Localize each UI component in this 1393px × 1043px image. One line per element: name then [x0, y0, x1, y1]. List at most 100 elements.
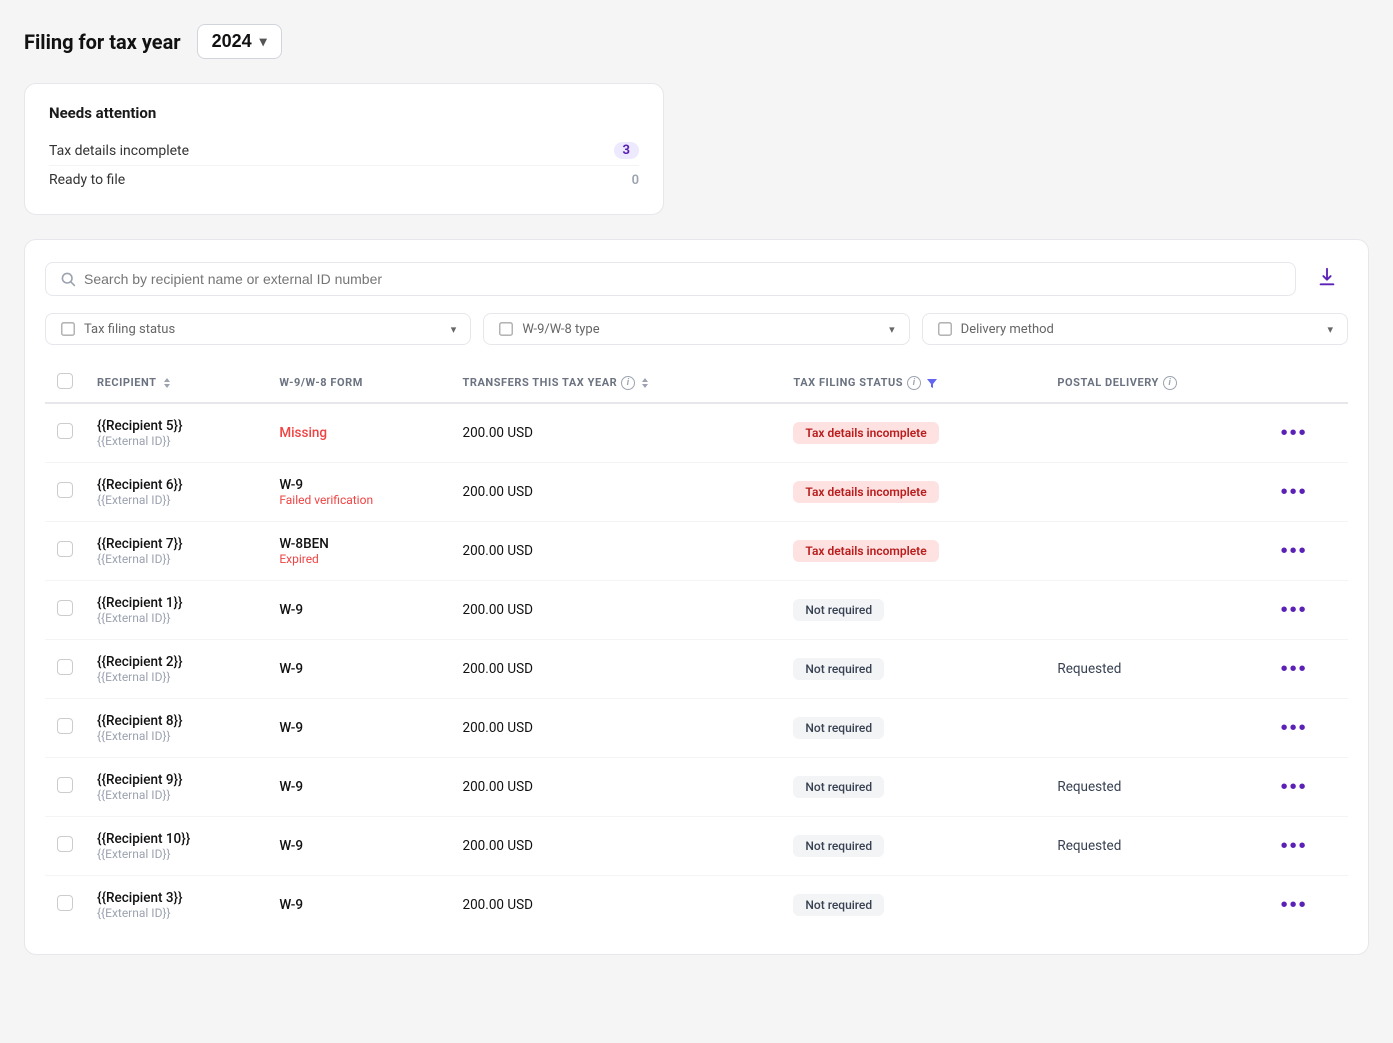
more-actions-button[interactable]: ••• — [1281, 717, 1308, 740]
row-checkbox[interactable] — [57, 423, 73, 439]
row-transfers: 200.00 USD — [451, 699, 782, 758]
transfer-amount: 200.00 USD — [463, 602, 533, 618]
col-header-status: TAX FILING STATUS i — [781, 363, 1045, 403]
recipient-external-id: {{External ID}} — [97, 493, 255, 507]
recipient-external-id: {{External ID}} — [97, 847, 255, 861]
form-name: W-9 — [279, 661, 303, 677]
transfer-amount: 200.00 USD — [463, 779, 533, 795]
year-selector[interactable]: 2024 ▾ — [197, 24, 282, 59]
row-checkbox[interactable] — [57, 600, 73, 616]
more-actions-button[interactable]: ••• — [1281, 481, 1308, 504]
row-checkbox[interactable] — [57, 482, 73, 498]
page-header: Filing for tax year 2024 ▾ — [24, 24, 1369, 59]
table-row: {{Recipient 5}} {{External ID}} Missing2… — [45, 403, 1348, 463]
row-checkbox-cell — [45, 463, 85, 522]
filter-w9-type[interactable]: W-9/W-8 type ▾ — [483, 313, 909, 345]
recipient-name: {{Recipient 1}} — [97, 595, 255, 611]
more-actions-button[interactable]: ••• — [1281, 422, 1308, 445]
row-postal — [1045, 522, 1268, 581]
row-actions[interactable]: ••• — [1269, 876, 1348, 935]
row-actions[interactable]: ••• — [1269, 817, 1348, 876]
row-recipient: {{Recipient 1}} {{External ID}} — [85, 581, 267, 640]
transfer-amount: 200.00 USD — [463, 543, 533, 559]
form-name: W-9 — [279, 897, 303, 913]
row-form: W-9 — [267, 581, 450, 640]
attention-row-ready[interactable]: Ready to file 0 — [49, 165, 639, 194]
table-body: {{Recipient 5}} {{External ID}} Missing2… — [45, 403, 1348, 934]
sort-icon[interactable] — [161, 376, 173, 390]
select-all-checkbox[interactable] — [57, 373, 73, 389]
row-form: W-9 — [267, 758, 450, 817]
search-input[interactable] — [84, 271, 1281, 287]
row-checkbox[interactable] — [57, 836, 73, 852]
transfer-amount: 200.00 USD — [463, 484, 533, 500]
row-actions[interactable]: ••• — [1269, 699, 1348, 758]
more-actions-button[interactable]: ••• — [1281, 540, 1308, 563]
row-transfers: 200.00 USD — [451, 581, 782, 640]
transfer-amount: 200.00 USD — [463, 897, 533, 913]
table-row: {{Recipient 3}} {{External ID}} W-9200.0… — [45, 876, 1348, 935]
attention-count-ready: 0 — [632, 173, 639, 188]
row-checkbox-cell — [45, 699, 85, 758]
download-button[interactable] — [1306, 260, 1348, 297]
status-badge-incomplete: Tax details incomplete — [793, 540, 938, 562]
row-checkbox[interactable] — [57, 777, 73, 793]
download-icon — [1316, 266, 1338, 288]
row-status: Not required — [781, 581, 1045, 640]
info-icon[interactable]: i — [621, 376, 635, 390]
postal-value: Requested — [1057, 661, 1121, 677]
row-recipient: {{Recipient 8}} {{External ID}} — [85, 699, 267, 758]
form-failed: Failed verification — [279, 493, 438, 507]
more-actions-button[interactable]: ••• — [1281, 658, 1308, 681]
attention-row-incomplete[interactable]: Tax details incomplete 3 — [49, 136, 639, 165]
row-actions[interactable]: ••• — [1269, 463, 1348, 522]
row-checkbox-cell — [45, 522, 85, 581]
row-checkbox[interactable] — [57, 895, 73, 911]
status-badge-not-required: Not required — [793, 599, 884, 621]
filter-active-icon[interactable] — [925, 376, 939, 390]
row-status: Not required — [781, 817, 1045, 876]
sort-icon[interactable] — [639, 376, 651, 390]
recipient-name: {{Recipient 7}} — [97, 536, 255, 552]
status-badge-incomplete: Tax details incomplete — [793, 481, 938, 503]
filter-tax-filing-status[interactable]: Tax filing status ▾ — [45, 313, 471, 345]
row-actions[interactable]: ••• — [1269, 640, 1348, 699]
row-checkbox[interactable] — [57, 541, 73, 557]
more-actions-button[interactable]: ••• — [1281, 894, 1308, 917]
year-value: 2024 — [212, 31, 252, 52]
row-actions[interactable]: ••• — [1269, 581, 1348, 640]
row-actions[interactable]: ••• — [1269, 403, 1348, 463]
row-transfers: 200.00 USD — [451, 817, 782, 876]
form-expired: Expired — [279, 552, 438, 566]
row-status: Not required — [781, 876, 1045, 935]
row-actions[interactable]: ••• — [1269, 758, 1348, 817]
col-header-checkbox[interactable] — [45, 363, 85, 403]
form-name: W-9 — [279, 838, 303, 854]
row-recipient: {{Recipient 2}} {{External ID}} — [85, 640, 267, 699]
row-status: Tax details incomplete — [781, 403, 1045, 463]
search-input-wrap — [45, 262, 1296, 296]
more-actions-button[interactable]: ••• — [1281, 776, 1308, 799]
recipient-name: {{Recipient 9}} — [97, 772, 255, 788]
more-actions-button[interactable]: ••• — [1281, 835, 1308, 858]
row-status: Tax details incomplete — [781, 463, 1045, 522]
more-actions-button[interactable]: ••• — [1281, 599, 1308, 622]
row-transfers: 200.00 USD — [451, 876, 782, 935]
table-row: {{Recipient 1}} {{External ID}} W-9 200.0… — [45, 581, 1348, 640]
main-card: Tax filing status ▾ W-9/W-8 type ▾ Deliv… — [24, 239, 1369, 955]
info-icon[interactable]: i — [1163, 376, 1177, 390]
search-icon — [60, 271, 76, 287]
col-header-actions — [1269, 363, 1348, 403]
form-name: W-9 — [279, 720, 303, 736]
recipient-name: {{Recipient 3}} — [97, 890, 255, 906]
row-checkbox[interactable] — [57, 659, 73, 675]
col-header-recipient: RECIPIENT — [85, 363, 267, 403]
info-icon[interactable]: i — [907, 376, 921, 390]
row-checkbox[interactable] — [57, 718, 73, 734]
form-missing: Missing — [279, 425, 327, 441]
row-checkbox-cell — [45, 876, 85, 935]
filter-delivery-method[interactable]: Delivery method ▾ — [922, 313, 1348, 345]
form-name: W-8BEN — [279, 536, 438, 552]
table-row: {{Recipient 7}} {{External ID}} W-8BENEx… — [45, 522, 1348, 581]
row-actions[interactable]: ••• — [1269, 522, 1348, 581]
